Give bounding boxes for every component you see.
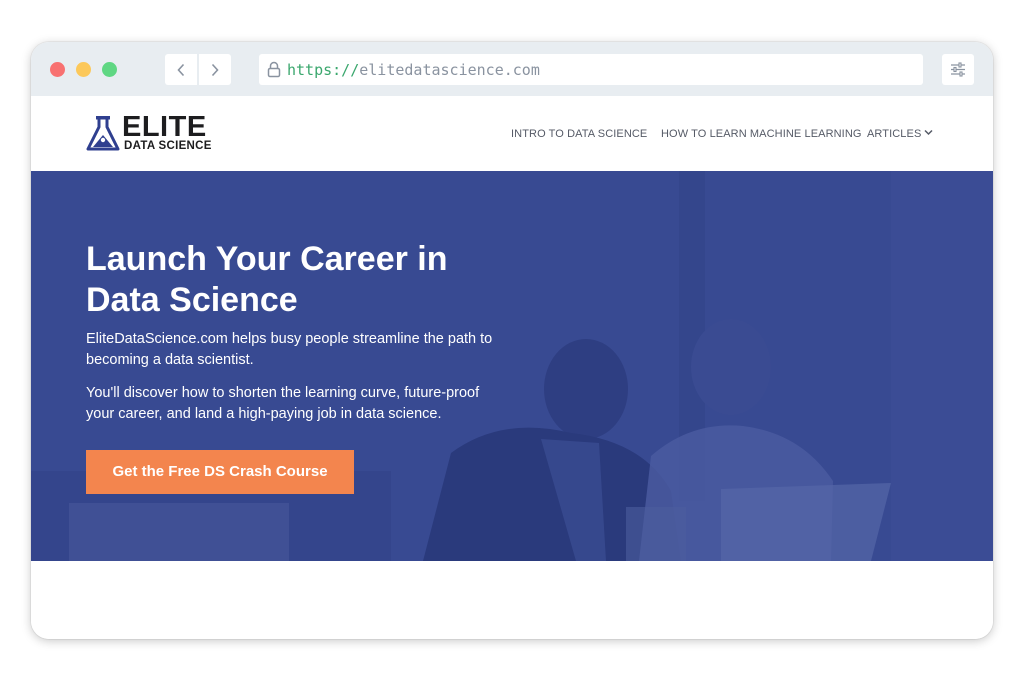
lock-icon bbox=[267, 61, 281, 78]
hero-paragraph-1: EliteDataScience.com helps busy people s… bbox=[86, 331, 493, 368]
page-body-blank bbox=[31, 561, 993, 639]
url-host: elitedatascience.com bbox=[359, 61, 540, 79]
nav-how-to-learn-ml[interactable]: HOW TO LEARN MACHINE LEARNING bbox=[661, 128, 862, 140]
site-logo[interactable]: ELITE DATA SCIENCE bbox=[86, 111, 218, 154]
browser-window: https://elitedatascience.com ELITE DATA … bbox=[31, 42, 993, 639]
flask-logo-icon bbox=[86, 116, 120, 151]
logo-subtitle: DATA SCIENCE bbox=[124, 140, 212, 152]
back-button[interactable] bbox=[165, 54, 197, 85]
nav-articles[interactable]: ARTICLES bbox=[867, 128, 921, 140]
hero-paragraph-2: You'll discover how to shorten the learn… bbox=[86, 385, 480, 422]
chevron-right-icon bbox=[211, 63, 219, 77]
minimize-window-button[interactable] bbox=[76, 62, 91, 77]
hero-title: Launch Your Career in Data Science bbox=[86, 240, 448, 319]
browser-toolbar: https://elitedatascience.com bbox=[31, 42, 993, 96]
sliders-icon bbox=[951, 62, 965, 77]
maximize-window-button[interactable] bbox=[102, 62, 117, 77]
forward-button[interactable] bbox=[199, 54, 231, 85]
nav-intro-to-data-science[interactable]: INTRO TO DATA SCIENCE bbox=[511, 128, 647, 140]
url-scheme: https:// bbox=[287, 61, 360, 79]
url-text[interactable]: https://elitedatascience.com bbox=[287, 61, 540, 79]
chevron-down-icon[interactable] bbox=[924, 129, 933, 136]
chevron-left-icon bbox=[177, 63, 185, 77]
address-bar[interactable]: https://elitedatascience.com bbox=[259, 54, 923, 85]
site-header: ELITE DATA SCIENCE INTRO TO DATA SCIENCE… bbox=[31, 96, 993, 171]
hero-section: Launch Your Career in Data Science Elite… bbox=[31, 171, 993, 561]
crash-course-cta-button[interactable]: Get the Free DS Crash Course bbox=[86, 450, 354, 494]
settings-button[interactable] bbox=[942, 54, 974, 85]
close-window-button[interactable] bbox=[50, 62, 65, 77]
